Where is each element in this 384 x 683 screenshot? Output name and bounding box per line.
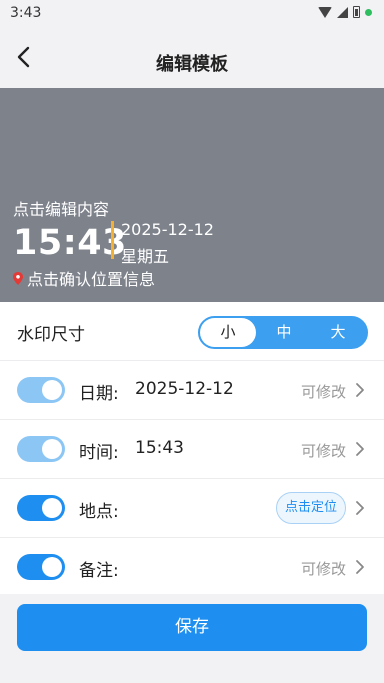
date-toggle[interactable]	[17, 377, 65, 403]
status-icons	[318, 6, 372, 18]
location-pin-icon	[13, 271, 23, 285]
edit-content-hint[interactable]: 点击编辑内容	[13, 196, 109, 220]
chevron-right-icon	[356, 501, 364, 515]
toggle-knob	[42, 557, 62, 577]
preview-location-text: 点击确认位置信息	[27, 270, 156, 289]
notification-dot-icon	[365, 8, 372, 16]
toggle-knob	[42, 380, 62, 400]
time-value: 15:43	[135, 438, 184, 458]
page-title: 编辑模板	[156, 54, 228, 75]
time-row[interactable]: 时间: 15:43 可修改	[0, 420, 384, 479]
locate-button[interactable]: 点击定位	[275, 492, 346, 524]
save-button[interactable]: 保存	[17, 604, 367, 651]
size-option-small[interactable]: 小	[200, 318, 256, 347]
status-time: 3:43	[10, 5, 42, 21]
battery-icon	[353, 6, 360, 18]
settings-panel: 水印尺寸 小 中 大 日期: 2025-12-12 可修改 时间: 15:43 …	[0, 302, 384, 594]
date-edit-hint: 可修改	[300, 383, 346, 401]
watermark-size-row: 水印尺寸 小 中 大	[0, 302, 384, 361]
note-label: 备注:	[79, 561, 119, 581]
wifi-icon	[318, 6, 332, 18]
toggle-knob	[42, 439, 62, 459]
toggle-knob	[42, 498, 62, 518]
watermark-size-label: 水印尺寸	[17, 325, 85, 345]
time-toggle[interactable]	[17, 436, 65, 462]
status-bar: 3:43	[0, 0, 384, 28]
location-label: 地点:	[79, 502, 119, 522]
chevron-right-icon	[356, 560, 364, 574]
size-option-large[interactable]: 大	[310, 318, 366, 347]
preview-weekday: 星期五	[121, 247, 170, 266]
date-value: 2025-12-12	[135, 379, 234, 399]
note-row[interactable]: 备注: 可修改	[0, 538, 384, 597]
note-edit-hint: 可修改	[300, 560, 346, 578]
location-toggle[interactable]	[17, 495, 65, 521]
note-toggle[interactable]	[17, 554, 65, 580]
signal-icon	[337, 6, 348, 18]
preview-date: 2025-12-12	[121, 220, 214, 239]
chevron-right-icon	[356, 442, 364, 456]
preview-divider	[111, 221, 114, 259]
chevron-right-icon	[356, 383, 364, 397]
time-label: 时间:	[79, 443, 119, 463]
preview-location[interactable]: 点击确认位置信息	[13, 266, 155, 290]
size-segmented-control[interactable]: 小 中 大	[198, 316, 368, 349]
location-row[interactable]: 地点: 点击定位	[0, 479, 384, 538]
watermark-preview[interactable]: 点击编辑内容 15:43 2025-12-12 星期五 点击确认位置信息	[0, 88, 384, 302]
preview-time: 15:43	[13, 223, 127, 263]
size-option-medium[interactable]: 中	[256, 318, 312, 347]
date-label: 日期:	[79, 384, 119, 404]
date-row[interactable]: 日期: 2025-12-12 可修改	[0, 361, 384, 420]
time-edit-hint: 可修改	[300, 442, 346, 460]
nav-bar: 编辑模板	[0, 28, 384, 88]
